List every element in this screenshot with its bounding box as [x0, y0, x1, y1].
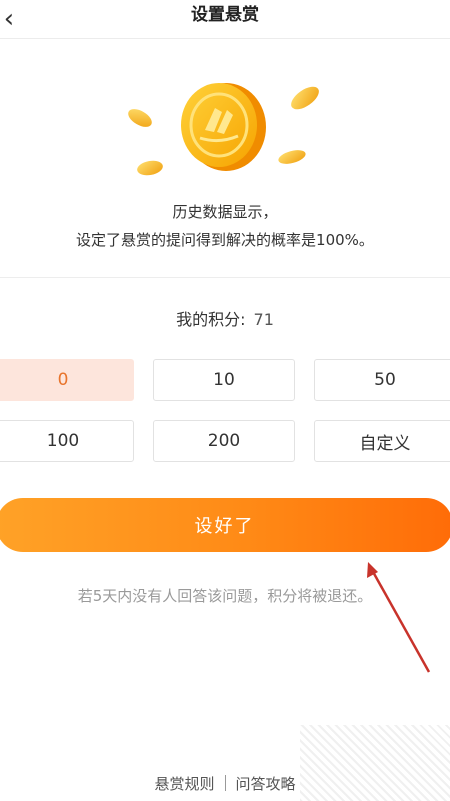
qa-guide-link[interactable]: 问答攻略	[236, 775, 296, 793]
reward-option-200[interactable]: 200	[153, 420, 295, 462]
divider	[0, 277, 450, 278]
history-statistic: 历史数据显示， 设定了悬赏的提问得到解决的概率是100%。	[0, 198, 450, 254]
reward-option-0[interactable]: 0	[0, 359, 134, 401]
small-coin-icon	[291, 86, 319, 110]
points-value: 71	[253, 310, 274, 329]
points-label: 我的积分:	[176, 310, 246, 329]
nav-bar: ‹ 设置悬赏	[0, 0, 450, 39]
small-coin-icon	[128, 109, 152, 127]
submit-button[interactable]: 设好了	[0, 498, 450, 552]
small-coin-icon	[137, 160, 163, 176]
reward-option-100[interactable]: 100	[0, 420, 134, 462]
coin-illustration	[128, 83, 319, 176]
reward-rules-link[interactable]: 悬赏规则	[154, 775, 214, 793]
reward-option-custom[interactable]: 自定义	[314, 420, 450, 462]
history-line-1: 历史数据显示，	[172, 203, 278, 221]
gold-coin-icon	[181, 83, 266, 171]
small-coin-icon	[278, 150, 306, 164]
reward-option-50[interactable]: 50	[314, 359, 450, 401]
refund-notice: 若5天内没有人回答该问题，积分将被退还。	[77, 587, 373, 605]
watermark	[300, 725, 450, 801]
history-line-2: 设定了悬赏的提问得到解决的概率是100%。	[76, 231, 374, 249]
my-points: 我的积分: 71	[0, 306, 450, 334]
reward-option-10[interactable]: 10	[153, 359, 295, 401]
page-title: 设置悬赏	[191, 5, 259, 25]
footer-separator	[224, 775, 226, 791]
